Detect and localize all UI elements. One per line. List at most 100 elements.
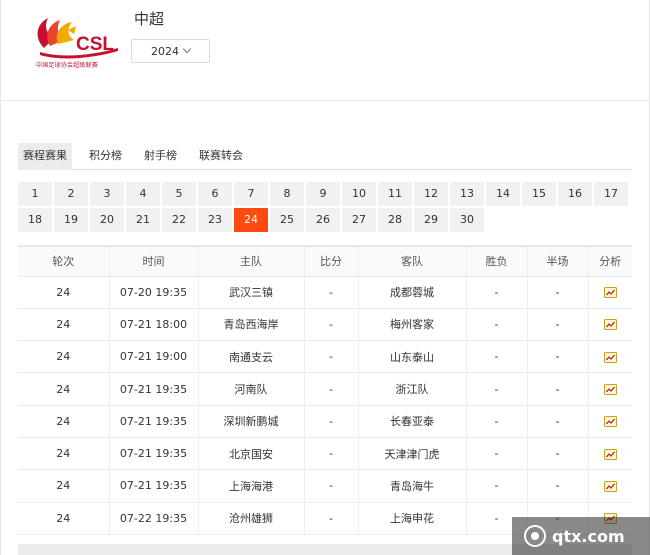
round-20[interactable]: 20 <box>90 208 124 232</box>
cell-result: - <box>465 276 527 309</box>
cell-home-team[interactable]: 上海海港 <box>197 469 304 503</box>
cell-away-team[interactable]: 山东泰山 <box>357 340 466 374</box>
cell-away-team[interactable]: 梅州客家 <box>357 308 466 342</box>
cell-round: 24 <box>18 372 109 406</box>
cell-away-team[interactable]: 浙江队 <box>357 372 466 406</box>
col-analysis: 分析 <box>587 245 632 277</box>
header-divider <box>0 100 650 101</box>
round-28[interactable]: 28 <box>378 208 412 232</box>
round-16[interactable]: 16 <box>558 182 592 206</box>
round-8[interactable]: 8 <box>270 182 304 206</box>
cell-score: - <box>303 405 358 438</box>
analysis-chart-icon[interactable] <box>603 383 617 396</box>
round-11[interactable]: 11 <box>378 182 412 206</box>
round-9[interactable]: 9 <box>306 182 340 206</box>
analysis-chart-icon[interactable] <box>603 479 617 492</box>
table-row: 24 07-21 19:35 河南队 - 浙江队 - - <box>18 372 632 406</box>
cell-halftime: - <box>526 372 588 406</box>
analysis-chart-icon[interactable] <box>603 415 617 428</box>
tab-schedule[interactable]: 赛程赛果 <box>18 143 72 170</box>
cell-halftime: - <box>526 437 588 471</box>
cell-score: - <box>303 502 358 535</box>
table-header-row: 轮次 时间 主队 比分 客队 胜负 半场 分析 <box>18 245 632 277</box>
cell-away-team[interactable]: 上海申花 <box>357 502 466 535</box>
cell-round: 24 <box>18 405 109 438</box>
cell-result: - <box>465 469 527 503</box>
table-row: 24 07-21 19:00 南通支云 - 山东泰山 - - <box>18 340 632 374</box>
cell-home-team[interactable]: 青岛西海岸 <box>197 308 304 342</box>
table-row: 24 07-21 19:35 北京国安 - 天津津门虎 - - <box>18 437 632 471</box>
round-5[interactable]: 5 <box>162 182 196 206</box>
season-value: 2024 <box>151 44 179 58</box>
cell-halftime: - <box>526 405 588 438</box>
round-25[interactable]: 25 <box>270 208 304 232</box>
season-select[interactable]: 2024 <box>131 39 210 63</box>
logo-caption: 中国足球协会超级联赛 <box>36 62 99 69</box>
round-6[interactable]: 6 <box>198 182 232 206</box>
tab-bar: 赛程赛果 积分榜 射手榜 联赛转会 <box>18 143 632 170</box>
round-26[interactable]: 26 <box>306 208 340 232</box>
cell-result: - <box>465 372 527 406</box>
cell-analysis <box>587 437 632 471</box>
cell-home-team[interactable]: 河南队 <box>197 372 304 406</box>
round-14[interactable]: 14 <box>486 182 520 206</box>
cell-home-team[interactable]: 南通支云 <box>197 340 304 374</box>
cell-time: 07-20 19:35 <box>108 276 198 309</box>
col-away: 客队 <box>357 245 466 277</box>
cell-home-team[interactable]: 武汉三镇 <box>197 276 304 309</box>
cell-analysis <box>587 308 632 342</box>
cell-away-team[interactable]: 青岛海牛 <box>357 469 466 503</box>
round-4[interactable]: 4 <box>126 182 160 206</box>
round-29[interactable]: 29 <box>414 208 448 232</box>
cell-home-team[interactable]: 深圳新鹏城 <box>197 405 304 438</box>
cell-away-team[interactable]: 成都蓉城 <box>357 276 466 309</box>
cell-score: - <box>303 276 358 309</box>
round-3[interactable]: 3 <box>90 182 124 206</box>
round-27[interactable]: 27 <box>342 208 376 232</box>
cell-home-team[interactable]: 沧州雄狮 <box>197 502 304 535</box>
analysis-chart-icon[interactable] <box>603 318 617 331</box>
round-23[interactable]: 23 <box>198 208 232 232</box>
cell-halftime: - <box>526 469 588 503</box>
cell-away-team[interactable]: 天津津门虎 <box>357 437 466 471</box>
cell-round: 24 <box>18 437 109 471</box>
cell-analysis <box>587 340 632 374</box>
round-19[interactable]: 19 <box>54 208 88 232</box>
round-7[interactable]: 7 <box>234 182 268 206</box>
analysis-chart-icon[interactable] <box>603 286 617 299</box>
cell-analysis <box>587 405 632 438</box>
round-15[interactable]: 15 <box>522 182 556 206</box>
watermark-logo-icon <box>524 525 546 547</box>
analysis-chart-icon[interactable] <box>603 447 617 460</box>
round-21[interactable]: 21 <box>126 208 160 232</box>
cell-time: 07-21 18:00 <box>108 308 198 342</box>
cell-away-team[interactable]: 长春亚泰 <box>357 405 466 438</box>
round-17[interactable]: 17 <box>594 182 628 206</box>
tab-transfers[interactable]: 联赛转会 <box>194 143 248 170</box>
table-row: 24 07-21 19:35 上海海港 - 青岛海牛 - - <box>18 469 632 503</box>
round-1[interactable]: 1 <box>18 182 52 206</box>
round-12[interactable]: 12 <box>414 182 448 206</box>
round-2[interactable]: 2 <box>54 182 88 206</box>
analysis-chart-icon[interactable] <box>603 350 617 363</box>
cell-halftime: - <box>526 308 588 342</box>
cell-round: 24 <box>18 469 109 503</box>
round-30[interactable]: 30 <box>450 208 484 232</box>
watermark: qtx.com <box>512 517 650 555</box>
cell-score: - <box>303 469 358 503</box>
cell-round: 24 <box>18 276 109 309</box>
cell-result: - <box>465 340 527 374</box>
tab-standings[interactable]: 积分榜 <box>84 143 127 170</box>
cell-result: - <box>465 308 527 342</box>
round-24[interactable]: 24 <box>234 208 268 232</box>
cell-time: 07-21 19:35 <box>108 437 198 471</box>
svg-text:CSL: CSL <box>76 34 114 55</box>
round-10[interactable]: 10 <box>342 182 376 206</box>
page-title: 中超 <box>134 10 165 28</box>
cell-time: 07-21 19:00 <box>108 340 198 374</box>
tab-scorers[interactable]: 射手榜 <box>139 143 182 170</box>
round-22[interactable]: 22 <box>162 208 196 232</box>
cell-home-team[interactable]: 北京国安 <box>197 437 304 471</box>
round-18[interactable]: 18 <box>18 208 52 232</box>
round-13[interactable]: 13 <box>450 182 484 206</box>
